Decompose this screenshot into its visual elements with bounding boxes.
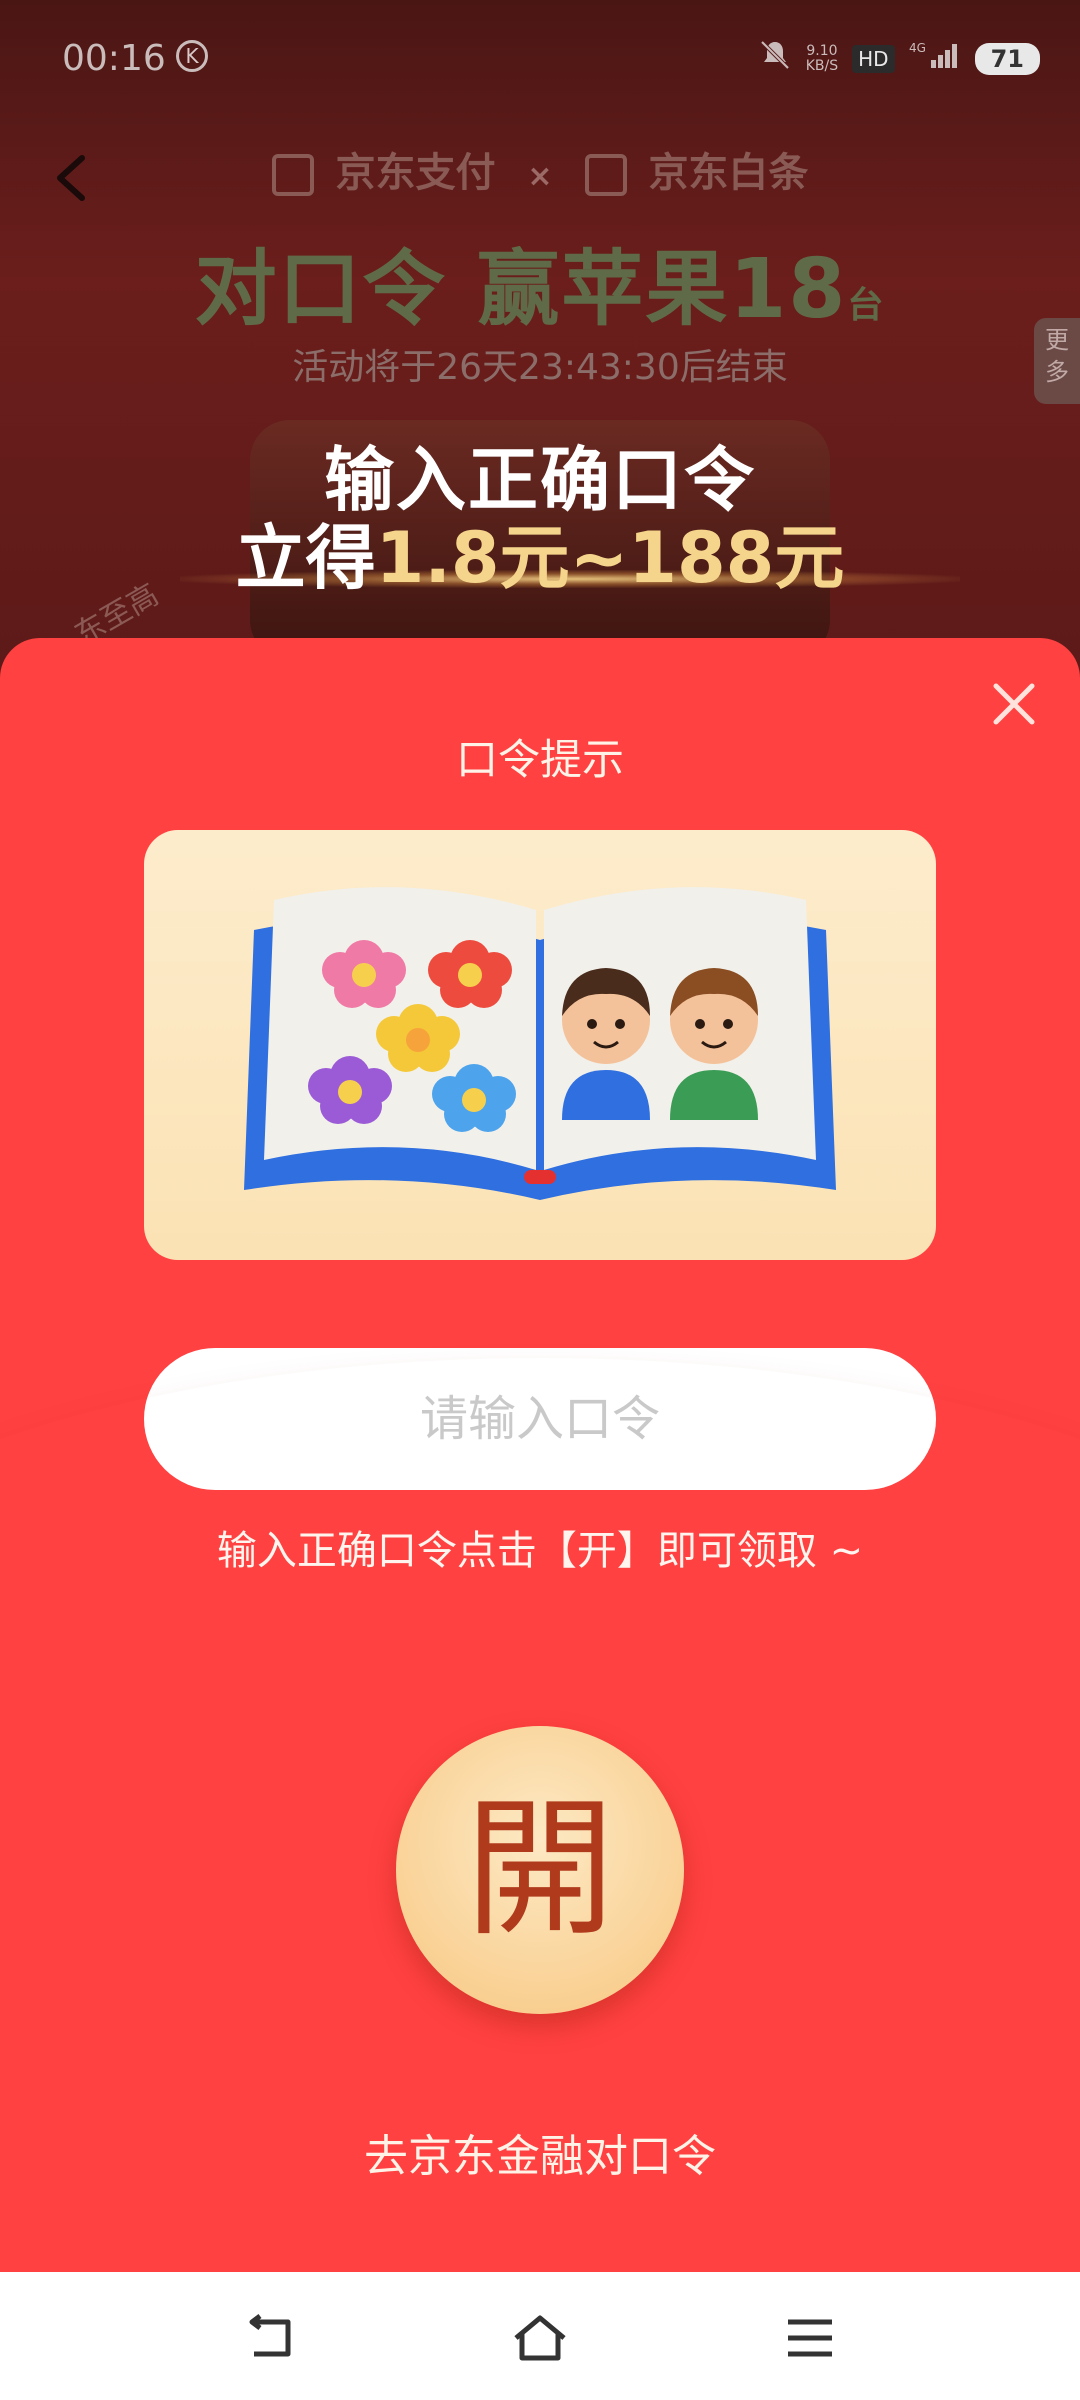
network-speed: 9.10 KB/S xyxy=(805,42,839,74)
countdown-text: 活动将于26天23:43:30后结束 xyxy=(292,347,788,388)
password-modal: 口令提示 请输入口令 输入正确口令点击【开】即可领取 ~ 開 去京东金融对口令 xyxy=(0,638,1080,2273)
status-bar: 00:16 K 9.10 KB/S HD 4G 71 xyxy=(0,0,1080,118)
headline-suffix: 台 xyxy=(847,285,886,326)
close-icon[interactable] xyxy=(988,678,1040,730)
svg-text:4G: 4G xyxy=(909,41,926,55)
speed-value: 9.10 xyxy=(806,42,838,59)
back-arrow-icon[interactable] xyxy=(240,2312,300,2364)
home-icon[interactable] xyxy=(510,2312,570,2364)
brand-right: 京东白条 xyxy=(648,150,809,196)
open-button[interactable]: 開 xyxy=(396,1726,684,2014)
jd-finance-link[interactable]: 去京东金融对口令 xyxy=(0,2120,1080,2184)
speed-unit: KB/S xyxy=(805,57,839,74)
system-nav-bar xyxy=(0,2272,1080,2400)
status-right: 9.10 KB/S HD 4G 71 xyxy=(758,38,1040,79)
signal-icon: 4G xyxy=(909,40,961,77)
open-book-illustration xyxy=(244,887,836,1200)
jdpay-logo-icon xyxy=(271,154,314,196)
more-tab[interactable]: 更多 xyxy=(1034,318,1080,404)
battery-indicator: 71 xyxy=(974,42,1040,75)
headline: 对口令 赢苹果18台 xyxy=(0,222,1080,341)
brand-separator: × xyxy=(527,159,553,194)
menu-icon[interactable] xyxy=(780,2312,840,2364)
promo-prefix: 立得 xyxy=(235,517,376,599)
baitiao-logo-icon xyxy=(584,154,627,196)
status-k-badge: K xyxy=(176,40,208,72)
hint-image-card xyxy=(144,830,936,1260)
modal-title: 口令提示 xyxy=(455,735,624,784)
promo-amount: 1.8元~188元 xyxy=(375,517,845,599)
promo-line2: 立得1.8元~188元 xyxy=(0,502,1080,603)
headline-text: 对口令 赢苹果18 xyxy=(194,242,848,337)
brand-row: 京东支付 × 京东白条 xyxy=(0,140,1080,198)
hd-badge: HD xyxy=(852,44,895,73)
status-time: 00:16 xyxy=(62,38,166,79)
brand-left: 京东支付 xyxy=(335,150,496,196)
mute-icon xyxy=(758,38,792,79)
